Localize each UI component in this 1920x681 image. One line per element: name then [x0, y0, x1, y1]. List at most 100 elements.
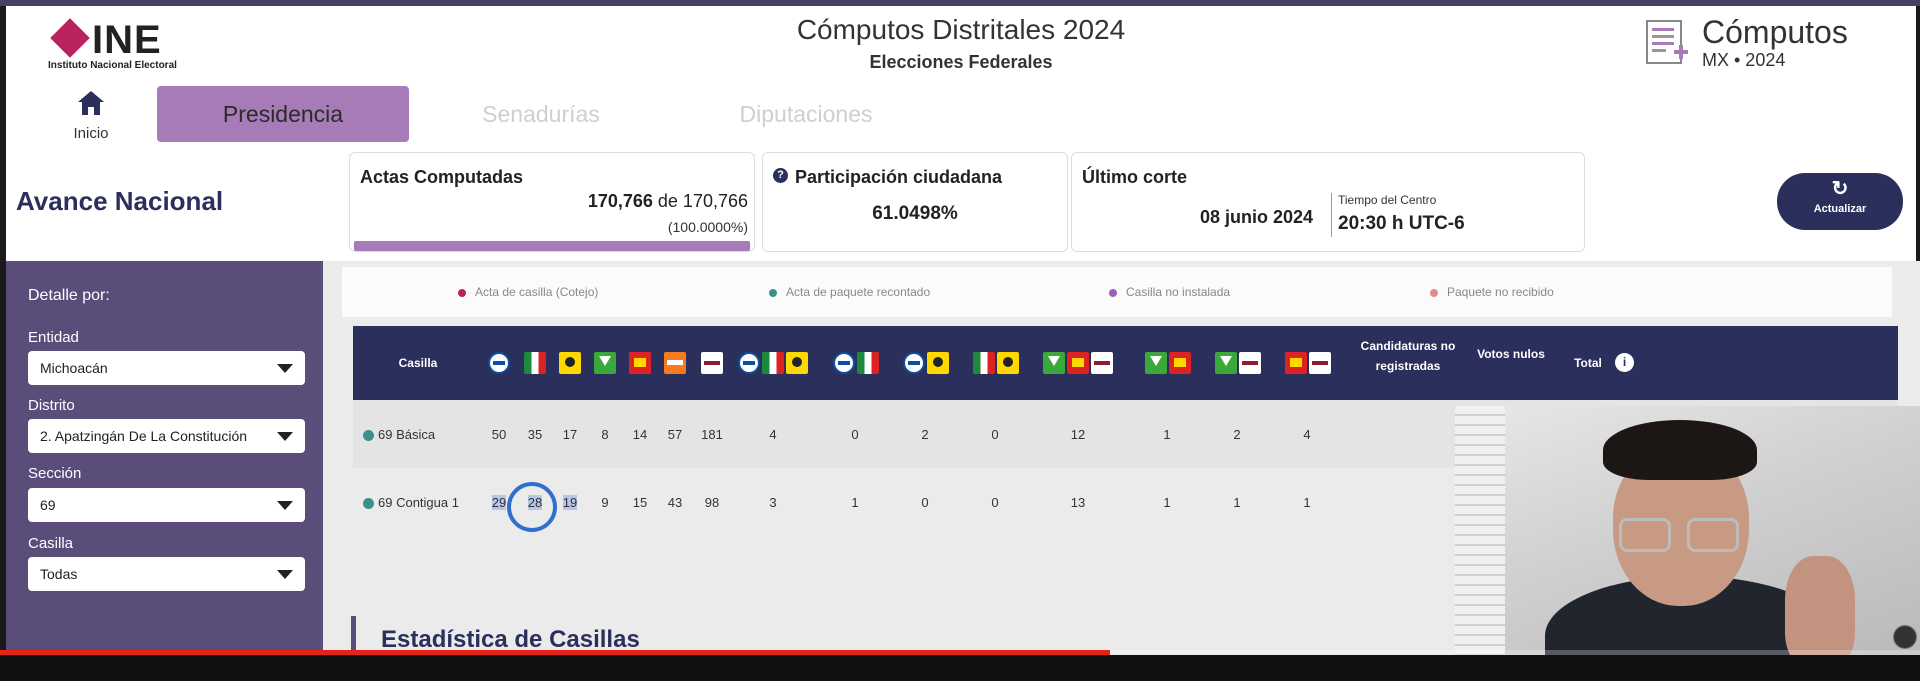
actas-title: Actas Computadas	[360, 167, 524, 187]
participacion-card: ? Participación ciudadana 61.0498%	[762, 152, 1068, 252]
help-icon[interactable]: ?	[773, 168, 788, 183]
verde-icon	[594, 352, 616, 374]
status-dot	[363, 498, 374, 510]
coalicion-pan-prd-logo	[903, 352, 951, 374]
vote-cell: 14	[632, 427, 648, 442]
corte-timezone: Tiempo del Centro	[1338, 193, 1437, 207]
entidad-select[interactable]: Michoacán	[28, 351, 305, 385]
morena-logo	[701, 352, 725, 374]
entidad-value: Michoacán	[40, 360, 108, 376]
actas-count: 170,766	[587, 191, 653, 211]
mc-icon	[664, 352, 686, 374]
tab-presidencia[interactable]: Presidencia	[157, 86, 409, 142]
verde-icon	[1145, 352, 1167, 374]
glasses-lens	[1619, 518, 1671, 552]
verde-icon	[1215, 352, 1237, 374]
participacion-value: 61.0498%	[872, 203, 958, 224]
vote-cell: 1	[851, 495, 859, 510]
vote-cell: 0	[991, 427, 999, 442]
entidad-label: Entidad	[28, 329, 79, 346]
coalicion-pan-pri-logo	[833, 352, 881, 374]
prd-logo	[559, 352, 583, 374]
vote-cell: 1	[1303, 495, 1311, 510]
corte-date: 08 junio 2024	[1200, 207, 1314, 227]
pri-icon	[857, 352, 879, 374]
corte-time: 20:30 h UTC-6	[1338, 213, 1465, 234]
casilla-select[interactable]: Todas	[28, 557, 305, 591]
webcam-overlay	[1455, 406, 1920, 670]
captions-icon[interactable]	[1893, 625, 1917, 649]
chevron-down-icon	[277, 570, 293, 579]
casilla-value: Todas	[40, 566, 78, 582]
morena-icon	[1091, 352, 1113, 374]
legend-item: Paquete no recibido	[1430, 285, 1554, 299]
coalicion-pt-morena-logo	[1285, 352, 1333, 374]
tab-diputaciones[interactable]: Diputaciones	[706, 86, 906, 142]
filters-title: Detalle por:	[28, 287, 110, 304]
video-controls-bar	[0, 655, 1920, 681]
legend-item: Acta de casilla (Cotejo)	[458, 285, 598, 299]
vote-cell: 15	[632, 495, 648, 510]
legend-dot	[1109, 288, 1117, 297]
coalicion-verde-pt-logo	[1145, 352, 1193, 374]
casilla-cell: 69 Contigua 1	[363, 495, 459, 510]
vote-cell: 1	[1163, 427, 1171, 442]
pt-logo	[629, 352, 653, 374]
vote-cell: 98	[704, 495, 720, 510]
page-subtitle: Elecciones Federales	[869, 52, 1053, 72]
legend-dot	[1430, 288, 1438, 297]
tab-senadurias[interactable]: Senadurías	[456, 86, 626, 142]
casilla-name: 69 Básica	[378, 427, 436, 442]
participacion-title: Participación ciudadana	[795, 167, 1003, 187]
chevron-down-icon	[277, 432, 293, 441]
votos-nulos-header: Votos nulos	[1477, 347, 1545, 361]
distrito-label: Distrito	[28, 397, 75, 414]
pt-icon	[1285, 352, 1307, 374]
total-header: Total	[1574, 356, 1602, 370]
status-legend: Acta de casilla (Cotejo) Acta de paquete…	[342, 267, 1892, 317]
home-icon	[78, 91, 104, 115]
pt-icon	[1169, 352, 1191, 374]
pri-icon	[524, 352, 546, 374]
home-label: Inicio	[73, 125, 109, 142]
coalicion-pan-pri-prd-logo	[738, 352, 810, 374]
vote-cell: 8	[601, 427, 609, 442]
seccion-select[interactable]: 69	[28, 488, 305, 522]
mc-logo	[664, 352, 688, 374]
avance-nacional-title: Avance Nacional	[16, 186, 224, 216]
morena-icon	[1239, 352, 1261, 374]
casilla-cell: 69 Básica	[363, 427, 435, 442]
pri-logo	[524, 352, 548, 374]
filters-sidebar: Detalle por: Entidad Michoacán Distrito …	[6, 261, 323, 661]
vote-cell-value: 29	[491, 495, 507, 510]
cursor-highlight-ring	[507, 482, 557, 532]
actas-percent: (100.0000%)	[667, 219, 748, 235]
pan-icon	[488, 352, 510, 374]
pt-icon	[1067, 352, 1089, 374]
brand-subtitle: MX • 2024	[1702, 50, 1786, 70]
verde-logo	[594, 352, 618, 374]
vote-cell: 0	[851, 427, 859, 442]
computos-brand: Cómputos MX • 2024	[1646, 12, 1856, 72]
info-icon[interactable]: i	[1615, 353, 1634, 372]
vote-cell: 4	[1303, 427, 1311, 442]
vote-cell: 0	[991, 495, 999, 510]
vote-cell: 9	[601, 495, 609, 510]
prd-icon	[927, 352, 949, 374]
vote-cell: 57	[667, 427, 683, 442]
actualizar-button[interactable]: ↻ Actualizar	[1777, 173, 1903, 230]
actas-value: 170,766 de 170,766	[588, 191, 748, 212]
distrito-select[interactable]: 2. Apatzingán De La Constitución	[28, 419, 305, 453]
prd-icon	[786, 352, 808, 374]
brand-title: Cómputos	[1702, 14, 1848, 50]
ultimo-corte-card: Último corte 08 junio 2024 Tiempo del Ce…	[1071, 152, 1585, 252]
actas-progress-bar	[354, 241, 750, 251]
pan-icon	[738, 352, 760, 374]
page-title: Cómputos Distritales 2024	[796, 14, 1126, 45]
distrito-value: 2. Apatzingán De La Constitución	[40, 428, 248, 444]
legend-item: Casilla no instalada	[1109, 285, 1230, 299]
glasses-lens	[1687, 518, 1739, 552]
pri-icon	[973, 352, 995, 374]
chevron-down-icon	[277, 364, 293, 373]
home-button[interactable]: Inicio	[56, 90, 126, 142]
